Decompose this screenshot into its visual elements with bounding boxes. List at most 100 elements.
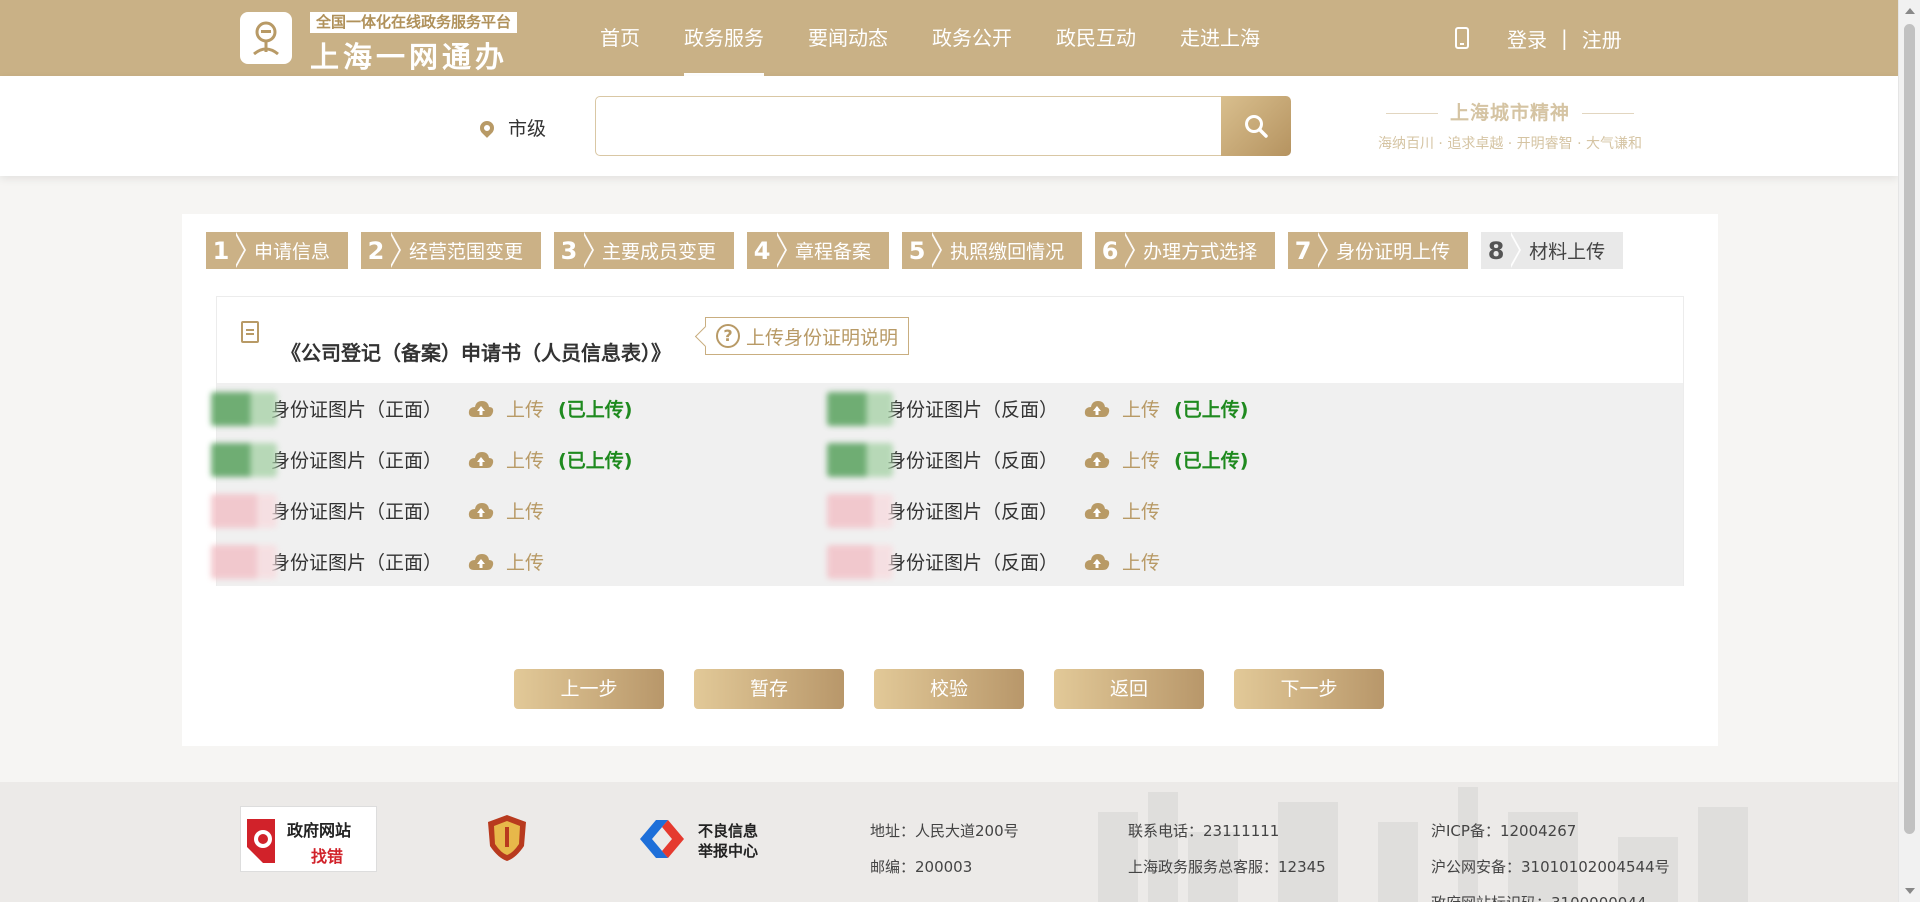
front-upload-link[interactable]: 上传: [506, 548, 544, 575]
main-nav: 首页 政务服务 要闻动态 政务公开 政民互动 走进上海: [600, 0, 1304, 76]
id-upload-row: 身份证图片（正面） 上传 (已上传) 身份证图片（反面） 上传 (已上传): [211, 434, 1683, 485]
step-3-members[interactable]: 3 主要成员变更: [554, 232, 735, 269]
location-label: 市级: [508, 118, 547, 140]
shanghai-emblem-icon: [240, 12, 292, 64]
step-8-material-upload[interactable]: 8 材料上传: [1481, 232, 1624, 269]
step-progress: 1 申请信息 2 经营范围变更 3 主要成员变更 4 章程备案 5 执照缴回情况 6 办理方…: [206, 232, 1636, 269]
step-1-application-info[interactable]: 1 申请信息: [206, 232, 349, 269]
footer-icp[interactable]: 沪ICP备：12004267: [1431, 820, 1576, 841]
illegal-info-report-logo[interactable]: 不良信息 举报中心: [638, 818, 768, 860]
link-separator: |: [1561, 26, 1568, 50]
user-links: 登录 | 注册: [1455, 0, 1622, 76]
cloud-upload-icon[interactable]: [468, 451, 494, 469]
step-7-id-upload[interactable]: 7 身份证明上传: [1288, 232, 1469, 269]
masked-name: [827, 493, 893, 528]
login-link[interactable]: 登录: [1507, 24, 1547, 53]
location-selector[interactable]: 市级: [477, 114, 547, 141]
scroll-up-arrow-icon[interactable]: [1905, 8, 1915, 14]
application-card: 1 申请信息 2 经营范围变更 3 主要成员变更 4 章程备案 5 执照缴回情况 6 办理方…: [182, 214, 1718, 746]
site-logo[interactable]: 全国一体化在线政务服务平台 上海一网通办: [240, 12, 530, 74]
back-id-label: 身份证图片（反面）: [887, 450, 1059, 472]
front-id-cell: 身份证图片（正面） 上传 (已上传): [211, 434, 633, 485]
search-bar: 市级 上海城市精神 海纳百川 · 追求卓越 · 开明睿智 · 大气谦和: [0, 76, 1898, 176]
search-button[interactable]: [1221, 96, 1291, 156]
front-upload-link[interactable]: 上传: [506, 497, 544, 524]
step-arrow-icon: [582, 232, 596, 269]
cloud-upload-icon[interactable]: [1084, 553, 1110, 571]
back-upload-link[interactable]: 上传: [1122, 395, 1160, 422]
front-id-cell: 身份证图片（正面） 上传: [211, 485, 544, 536]
back-id-cell: 身份证图片（反面） 上传 (已上传): [827, 434, 1248, 485]
step-4-articles[interactable]: 4 章程备案: [747, 232, 890, 269]
scroll-down-arrow-icon[interactable]: [1905, 888, 1915, 894]
step-label: 办理方式选择: [1143, 241, 1258, 263]
logo-title: 上海一网通办: [310, 40, 509, 74]
register-link[interactable]: 注册: [1582, 24, 1622, 53]
front-upload-status: (已上传): [558, 450, 633, 472]
back-upload-link[interactable]: 上传: [1122, 446, 1160, 473]
step-2-business-scope[interactable]: 2 经营范围变更: [361, 232, 542, 269]
masked-name: [211, 544, 277, 579]
report-center-icon: [640, 820, 684, 858]
action-buttons: 上一步 暂存 校验 返回 下一步: [514, 669, 1414, 709]
step-5-license-return[interactable]: 5 执照缴回情况: [902, 232, 1083, 269]
cloud-upload-icon[interactable]: [1084, 400, 1110, 418]
step-arrow-icon: [1316, 232, 1330, 269]
cloud-upload-icon[interactable]: [1084, 502, 1110, 520]
nav-government-services[interactable]: 政务服务: [684, 0, 764, 76]
validate-button[interactable]: 校验: [874, 669, 1024, 709]
front-upload-link[interactable]: 上传: [506, 446, 544, 473]
id-upload-row: 身份证图片（正面） 上传 身份证图片（反面） 上传: [211, 485, 1683, 536]
front-id-label: 身份证图片（正面）: [271, 552, 443, 574]
mobile-phone-icon[interactable]: [1455, 27, 1469, 49]
back-id-label: 身份证图片（反面）: [887, 501, 1059, 523]
save-draft-button[interactable]: 暂存: [694, 669, 844, 709]
back-id-label: 身份证图片（反面）: [887, 399, 1059, 421]
cloud-upload-icon[interactable]: [1084, 451, 1110, 469]
page-scrollbar[interactable]: [1898, 0, 1920, 902]
footer-hotline: 上海政务服务总客服：12345: [1128, 858, 1326, 876]
masked-name: [211, 391, 277, 426]
back-upload-link[interactable]: 上传: [1122, 548, 1160, 575]
next-step-button[interactable]: 下一步: [1234, 669, 1384, 709]
footer-police-record[interactable]: 沪公网安备：31010102004544号: [1431, 856, 1670, 877]
report-center-line2: 举报中心: [698, 842, 759, 860]
cloud-upload-icon[interactable]: [468, 553, 494, 571]
back-upload-link[interactable]: 上传: [1122, 497, 1160, 524]
front-upload-status: (已上传): [558, 399, 633, 421]
step-label: 执照缴回情况: [950, 241, 1065, 263]
back-id-cell: 身份证图片（反面） 上传 (已上传): [827, 383, 1249, 434]
error-report-sub: 找错: [311, 847, 344, 866]
search-input[interactable]: [595, 96, 1223, 156]
front-upload-link[interactable]: 上传: [506, 395, 544, 422]
nav-home[interactable]: 首页: [600, 0, 640, 76]
step-label: 申请信息: [254, 241, 331, 263]
prev-step-button[interactable]: 上一步: [514, 669, 664, 709]
cloud-upload-icon[interactable]: [468, 400, 494, 418]
cloud-upload-icon[interactable]: [468, 502, 494, 520]
police-badge-icon[interactable]: [486, 814, 528, 862]
front-id-label: 身份证图片（正面）: [271, 450, 443, 472]
footer-phone: 联系电话：23111111: [1128, 822, 1280, 840]
step-label: 经营范围变更: [409, 241, 524, 263]
step-label: 主要成员变更: [602, 241, 717, 263]
footer-site-code: 政府网站标识码：3100000044: [1431, 892, 1646, 902]
back-upload-status: (已上传): [1174, 399, 1249, 421]
step-number: 3: [560, 236, 578, 265]
front-id-cell: 身份证图片（正面） 上传 (已上传): [211, 383, 633, 434]
nav-news[interactable]: 要闻动态: [808, 0, 888, 76]
location-pin-icon: [477, 117, 497, 138]
scroll-thumb[interactable]: [1904, 24, 1915, 834]
nav-about-shanghai[interactable]: 走进上海: [1180, 0, 1260, 76]
question-icon: ?: [716, 324, 740, 348]
step-6-handling-method[interactable]: 6 办理方式选择: [1095, 232, 1276, 269]
back-id-label: 身份证图片（反面）: [887, 552, 1059, 574]
gov-site-error-report-logo[interactable]: 政府网站 找错: [240, 806, 377, 872]
upload-help-tag[interactable]: ? 上传身份证明说明: [705, 317, 910, 355]
step-number: 2: [367, 236, 385, 265]
site-footer: 政府网站 找错 不良信息 举报中心 地址：人民大道200号 邮编：200003 …: [0, 782, 1898, 902]
step-label: 材料上传: [1529, 241, 1606, 263]
back-button[interactable]: 返回: [1054, 669, 1204, 709]
nav-gov-disclosure[interactable]: 政务公开: [932, 0, 1012, 76]
nav-interaction[interactable]: 政民互动: [1056, 0, 1136, 76]
